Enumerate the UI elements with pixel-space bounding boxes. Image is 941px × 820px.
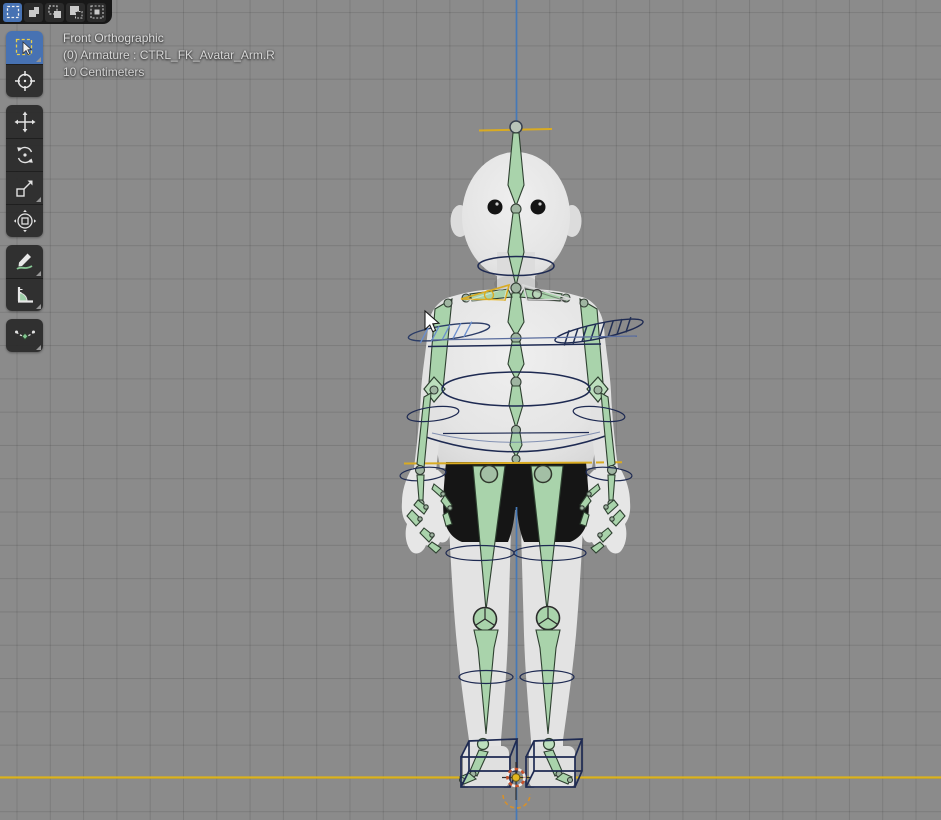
select-invert-button[interactable] [66, 3, 85, 22]
cursor-tool-button[interactable] [6, 64, 43, 97]
annotate-tool-button[interactable] [6, 245, 43, 278]
viewport-info-overlay: Front Orthographic (0) Armature : CTRL_F… [63, 30, 275, 81]
hip-bar-control[interactable] [404, 462, 622, 463]
select-extend-button[interactable] [24, 3, 43, 22]
tweak-select-tool-button[interactable] [6, 31, 43, 64]
select-set-button[interactable] [3, 3, 22, 22]
knee-control-right[interactable] [474, 608, 497, 631]
measure-tool-button[interactable] [6, 278, 43, 311]
rotate-tool-button[interactable] [6, 138, 43, 171]
right-eye [531, 200, 546, 215]
move-tool-button[interactable] [6, 105, 43, 138]
select-subtract-button[interactable] [45, 3, 64, 22]
active-object-text: (0) Armature : CTRL_FK_Avatar_Arm.R [63, 47, 275, 64]
scale-tool-button[interactable] [6, 171, 43, 204]
knee-control-left[interactable] [537, 607, 560, 630]
transform-tool-button[interactable] [6, 204, 43, 237]
head-top-control[interactable] [479, 121, 552, 133]
grid-scale-text: 10 Centimeters [63, 64, 275, 81]
tool-shelf [6, 31, 43, 360]
view-name-text: Front Orthographic [63, 30, 275, 47]
object-origin-dot [512, 774, 520, 782]
left-eye [488, 200, 503, 215]
select-mode-bar [0, 0, 112, 24]
scene-canvas [0, 0, 941, 820]
3d-viewport[interactable]: Front Orthographic (0) Armature : CTRL_F… [0, 0, 941, 820]
select-intersect-button[interactable] [87, 3, 106, 22]
pose-breakdowner-tool-button[interactable] [6, 319, 43, 352]
